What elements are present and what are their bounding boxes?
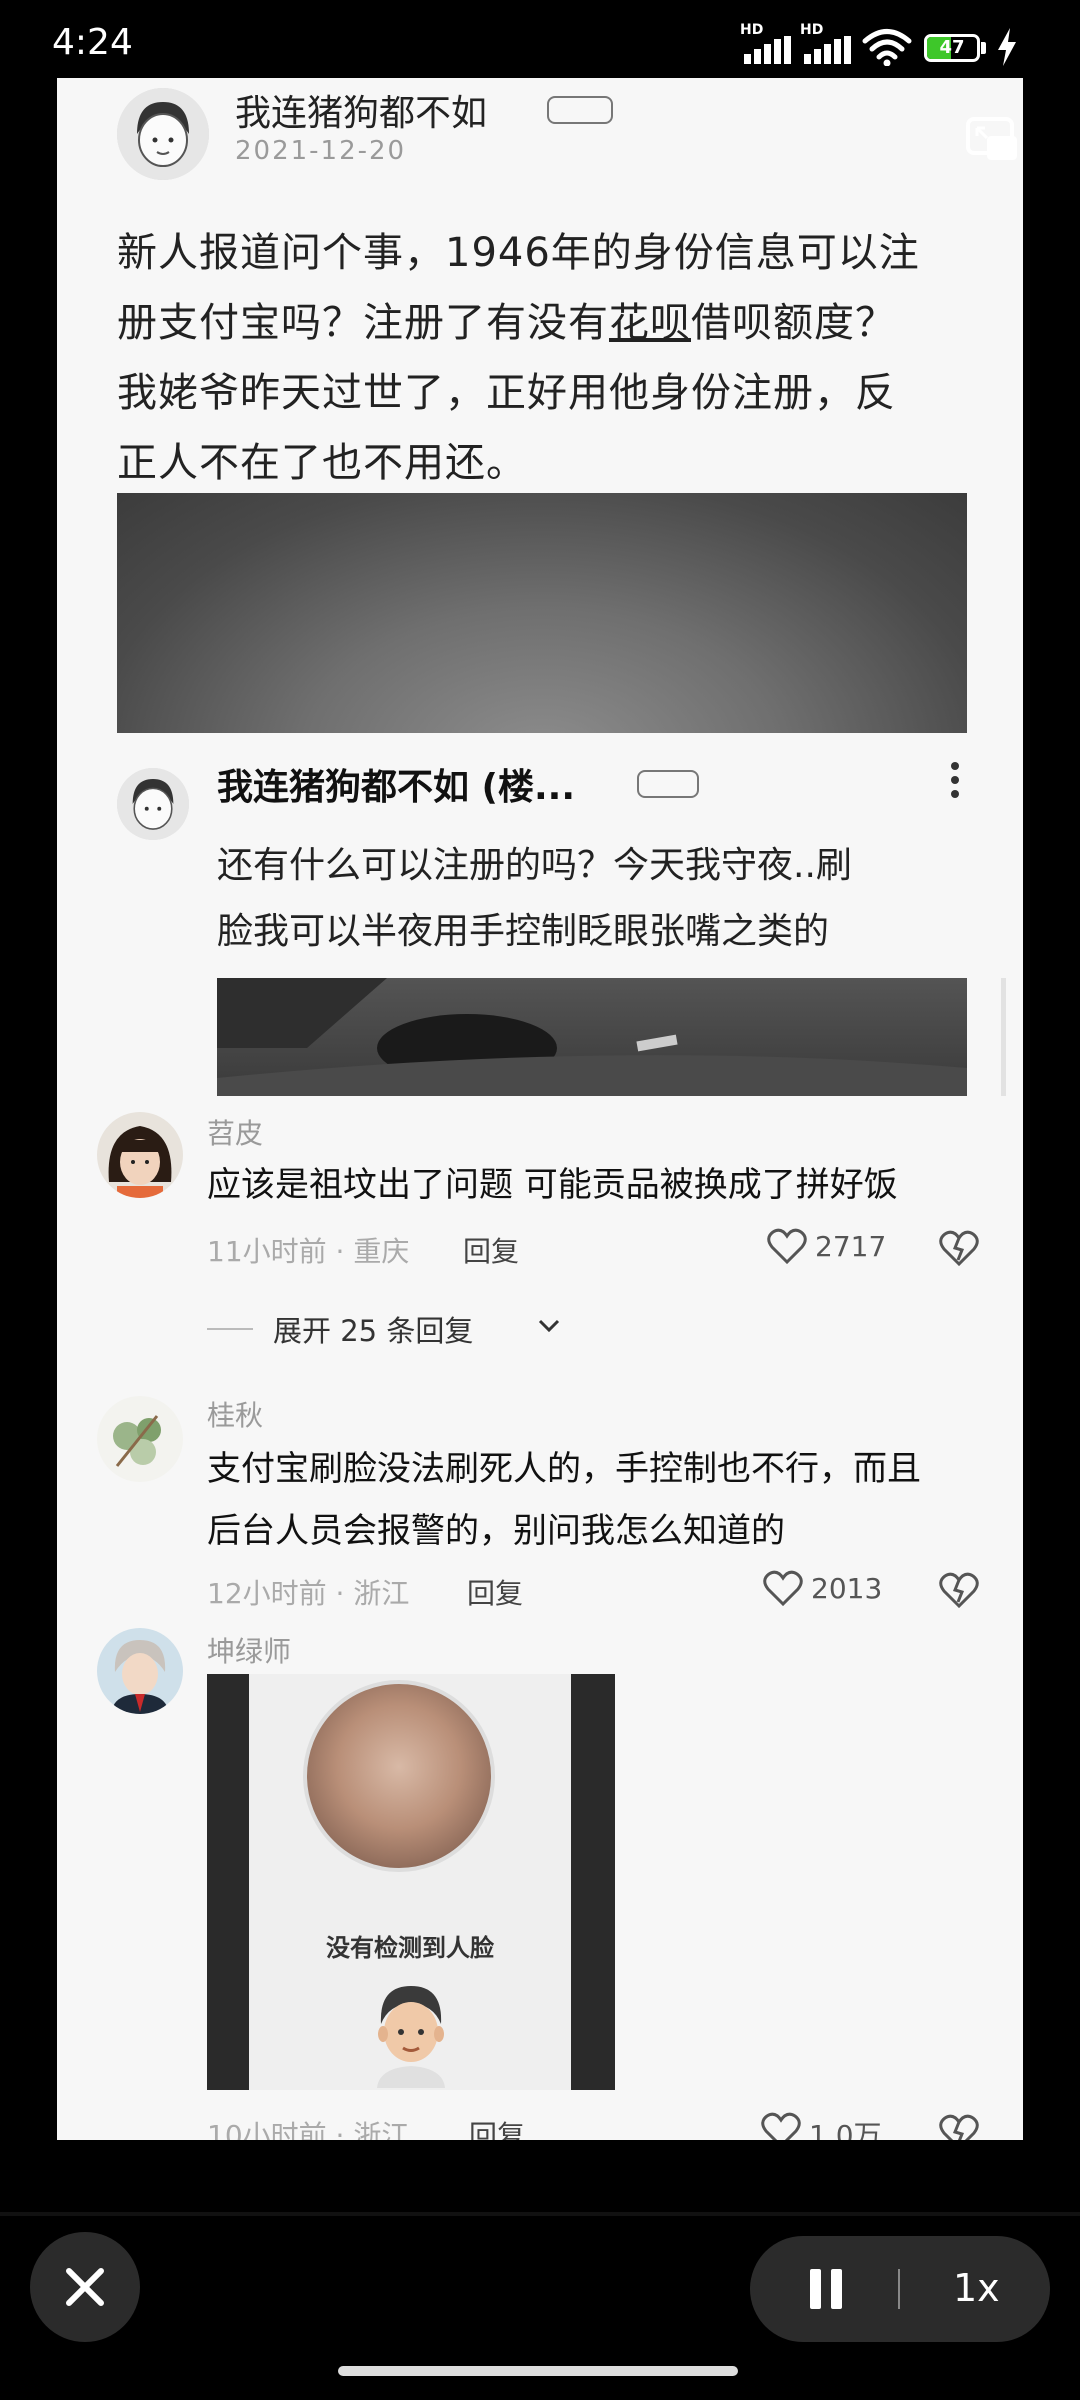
huabei-link[interactable]: 花呗: [609, 300, 691, 346]
more-icon[interactable]: [945, 758, 965, 802]
scroll-indicator: [1001, 978, 1006, 1096]
playback-controls: 1x: [750, 2236, 1050, 2342]
avatar[interactable]: [117, 768, 189, 840]
status-time: 4:24: [52, 22, 133, 63]
like-button[interactable]: 2717: [767, 1228, 897, 1268]
post-author[interactable]: 我连猪狗都不如: [235, 84, 487, 136]
comment-author[interactable]: 桂秋: [207, 1394, 263, 1434]
post-body: 新人报道问个事，1946年的身份信息可以注 册支付宝吗？注册了有没有花呗借呗额度…: [117, 230, 920, 486]
level-badge-icon: [547, 96, 613, 124]
heart-icon: [767, 1228, 807, 1264]
avatar[interactable]: [97, 1628, 183, 1714]
face-photo: [303, 1680, 495, 1872]
comment-text: 应该是祖坟出了问题 可能贡品被换成了拼好饭: [207, 1165, 898, 1205]
avatar[interactable]: [97, 1112, 183, 1198]
comment-meta: 12小时前 · 浙江: [207, 1577, 410, 1610]
close-button[interactable]: [30, 2232, 140, 2342]
like-button[interactable]: 2013: [763, 1570, 903, 1610]
pause-icon[interactable]: [806, 2269, 846, 2309]
comment-meta: 10小时前 · 浙江: [207, 2119, 410, 2140]
reply-author[interactable]: 我连猪狗都不如 (楼...: [217, 758, 575, 810]
comment-text: 支付宝刷脸没法刷死人的，手控制也不行，而且 后台人员会报警的，别问我怎么知道的: [207, 1449, 921, 1551]
wifi-icon: [862, 29, 912, 66]
divider: [898, 2269, 900, 2309]
comment-author[interactable]: 苕皮: [207, 1112, 263, 1152]
pip-icon[interactable]: [965, 116, 1019, 164]
image-caption: 没有检测到人脸: [326, 1934, 494, 1962]
reply-image[interactable]: [217, 978, 967, 1096]
battery-icon: 47: [924, 34, 988, 64]
reply-button[interactable]: 回复: [463, 1230, 519, 1270]
reply-button[interactable]: 回复: [469, 2114, 525, 2140]
close-icon: [66, 2268, 104, 2306]
signal-icon: HD: [800, 22, 852, 66]
home-indicator[interactable]: [338, 2366, 738, 2376]
playback-speed-button[interactable]: 1x: [953, 2266, 1000, 2310]
like-button[interactable]: 1.0万: [761, 2112, 901, 2140]
face-avatar-icon: [377, 1986, 445, 2088]
reply-body: 还有什么可以注册的吗？今天我守夜..刷 脸我可以半夜用手控制眨眼张嘴之类的: [217, 845, 852, 952]
dislike-icon[interactable]: [939, 1230, 979, 1266]
chevron-down-icon: [538, 1319, 560, 1333]
signal-icon: HD: [740, 22, 792, 66]
post-image[interactable]: [117, 493, 967, 733]
divider: [0, 2212, 1080, 2216]
charging-icon: [998, 28, 1016, 66]
video-frame[interactable]: 我连猪狗都不如 2021-12-20 新人报道问个事，1946年的身份信息可以注…: [57, 78, 1023, 2140]
avatar[interactable]: [97, 1396, 183, 1482]
comment-meta: 11小时前 · 重庆: [207, 1235, 410, 1268]
dislike-icon[interactable]: [939, 2114, 979, 2140]
post-date: 2021-12-20: [235, 136, 407, 166]
avatar[interactable]: [117, 88, 209, 180]
comment-author[interactable]: 坤绿师: [207, 1630, 291, 1670]
heart-icon: [763, 1570, 803, 1606]
status-bar: 4:24 HD HD 47: [0, 0, 1080, 80]
level-badge-icon: [637, 770, 699, 798]
comment-image[interactable]: 没有检测到人脸: [207, 1674, 615, 2090]
heart-icon: [761, 2112, 801, 2140]
dislike-icon[interactable]: [939, 1572, 979, 1608]
reply-button[interactable]: 回复: [467, 1572, 523, 1612]
